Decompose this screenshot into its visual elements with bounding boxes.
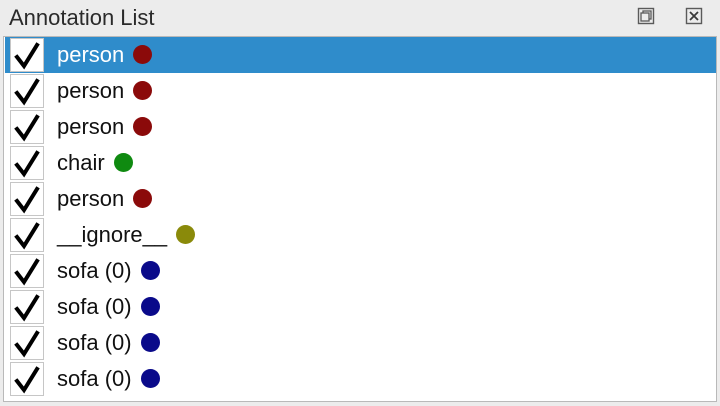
checkmark-icon [14,330,40,358]
checkmark-icon [14,186,40,214]
annotation-row[interactable]: person [5,37,716,73]
annotation-row[interactable]: person [5,181,716,217]
checkmark-icon [14,258,40,286]
checkmark-icon [14,78,40,106]
visibility-checkbox[interactable] [10,146,44,180]
label-color-dot-icon [113,153,133,172]
annotation-row[interactable]: person [5,73,716,109]
annotation-label: person [57,40,153,70]
visibility-checkbox[interactable] [10,362,44,396]
checkmark-icon [14,150,40,178]
annotation-row[interactable]: sofa (0) [5,253,716,289]
visibility-checkbox[interactable] [10,290,44,324]
annotation-label: person [57,112,153,142]
visibility-checkbox[interactable] [10,74,44,108]
label-color-dot-icon [140,297,160,316]
annotation-label: sofa (0) [57,364,160,394]
visibility-checkbox[interactable] [10,110,44,144]
label-color-dot-icon [133,189,153,208]
panel-title: Annotation List [9,5,155,30]
annotation-label: person [57,184,153,214]
checkmark-icon [14,114,40,142]
annotation-label: sofa (0) [57,256,160,286]
annotation-label: sofa (0) [57,328,160,358]
close-icon[interactable] [684,6,704,26]
annotation-label: __ignore__ [57,220,196,250]
annotation-label: sofa (0) [57,292,160,322]
annotation-row[interactable]: person [5,109,716,145]
label-color-dot-icon [133,81,153,100]
annotation-row[interactable]: chair [5,145,716,181]
label-color-dot-icon [133,117,153,136]
panel-titlebar[interactable]: Annotation List [0,0,720,36]
checkmark-icon [14,222,40,250]
annotation-row[interactable]: __ignore__ [5,217,716,253]
annotation-label: chair [57,148,133,178]
checkmark-icon [14,42,40,70]
annotation-list-panel: Annotation List person person person chair p… [0,0,720,406]
label-color-dot-icon [140,333,160,352]
float-window-icon[interactable] [636,6,656,26]
annotation-list[interactable]: person person person chair person __ignore__s… [3,36,717,402]
label-color-dot-icon [140,261,160,280]
label-color-dot-icon [140,369,160,388]
visibility-checkbox[interactable] [10,38,44,72]
visibility-checkbox[interactable] [10,254,44,288]
label-color-dot-icon [133,45,153,64]
annotation-row[interactable]: sofa (0) [5,361,716,397]
checkmark-icon [14,294,40,322]
checkmark-icon [14,366,40,394]
annotation-row[interactable]: sofa (0) [5,325,716,361]
label-color-dot-icon [176,225,196,244]
annotation-label: person [57,76,153,106]
visibility-checkbox[interactable] [10,218,44,252]
visibility-checkbox[interactable] [10,326,44,360]
annotation-row[interactable]: sofa (0) [5,289,716,325]
visibility-checkbox[interactable] [10,182,44,216]
